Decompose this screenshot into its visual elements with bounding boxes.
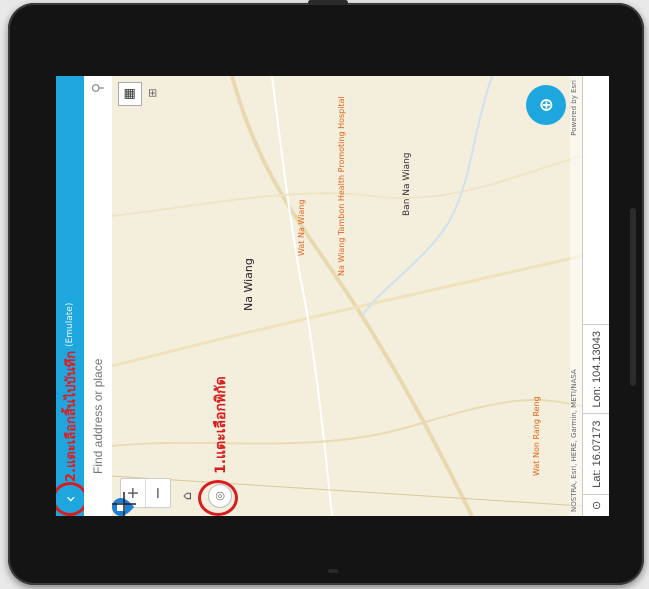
attribution-right: Powered by Esri xyxy=(570,80,578,136)
map-roads xyxy=(112,76,582,516)
home-bar xyxy=(630,208,636,386)
lon-field: Lon: 104.13043 xyxy=(583,323,609,414)
layers-icon[interactable]: ⊞ xyxy=(146,82,164,104)
attribution-left: NOSTRA, Esri, HERE, Garmin, METI/NASA xyxy=(570,369,578,512)
lat-label: Lat: xyxy=(590,469,603,488)
map-label-place: Wat Non Rang Reng xyxy=(532,396,541,476)
lon-value: 104.13043 xyxy=(590,330,603,383)
map-view[interactable]: + − ⌂ ◎ 1.แตะเลือกพิกัด ▦ ⊞ Na Wiang Ban… xyxy=(112,76,582,516)
qr-code-icon[interactable]: ▦ xyxy=(118,82,142,106)
search-icon[interactable]: ⚲ xyxy=(90,76,106,100)
app-bar: ‹ 2.แตะเลือกสิ้นไปบันทึก (Emulate) xyxy=(56,76,88,516)
step-1-annotation: 1.แตะเลือกพิกัด xyxy=(213,376,229,474)
map-label-place: Wat Na Wiang xyxy=(297,199,306,256)
zoom-out-button[interactable]: − xyxy=(146,479,170,507)
coordinate-bar: ⊙ Lat: 16.07173 Lon: 104.13043 xyxy=(582,76,609,516)
lon-label: Lon: xyxy=(590,386,603,408)
lat-field: Lat: 16.07173 xyxy=(583,413,609,494)
add-location-icon[interactable]: ⊕ xyxy=(526,85,566,125)
crosshair-icon xyxy=(112,492,136,516)
app-content: ‹ 2.แตะเลือกสิ้นไปบันทึก (Emulate) ⚲ + − xyxy=(56,76,609,516)
search-input[interactable] xyxy=(90,100,106,476)
map-label-place: Na Wiang Tambon Health Promoting Hospita… xyxy=(337,96,346,276)
search-bar: ⚲ xyxy=(84,76,113,516)
device-screen: ‹ 2.แตะเลือกสิ้นไปบันทึก (Emulate) ⚲ + − xyxy=(56,76,609,516)
power-button xyxy=(308,0,348,5)
page-title: 2.แตะเลือกสิ้นไปบันทึก xyxy=(63,350,79,482)
map-label-place: Ban Na Wiang xyxy=(402,152,412,217)
page-subtitle: (Emulate) xyxy=(65,302,75,347)
map-attribution: NOSTRA, Esri, HERE, Garmin, METI/NASA Po… xyxy=(570,76,582,516)
map-label-main: Na Wiang xyxy=(242,258,255,311)
locate-highlight-circle xyxy=(198,480,238,516)
camera xyxy=(328,569,338,573)
location-icon: ⊙ xyxy=(583,493,609,516)
lat-value: 16.07173 xyxy=(590,420,603,467)
